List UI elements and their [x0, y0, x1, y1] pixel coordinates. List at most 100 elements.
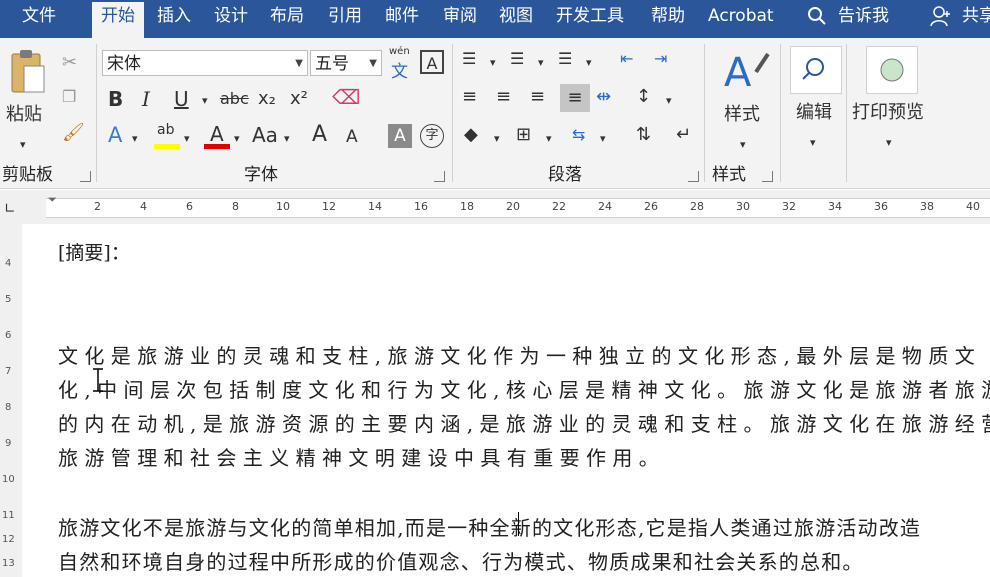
italic-button[interactable]: I — [142, 88, 150, 110]
increase-indent-icon[interactable]: ⇥ — [654, 48, 667, 70]
print-preview-button[interactable]: 打印预览 — [852, 102, 924, 124]
text-effects-button[interactable]: A — [108, 124, 122, 146]
tab-mailings[interactable]: 邮件 — [385, 0, 419, 32]
horizontal-ruler[interactable]: ⏷ 2 4 6 8 10 12 14 16 18 20 22 24 26 28 … — [46, 193, 990, 218]
paragraph-line[interactable]: 文化是旅游业的灵魂和支柱,旅游文化作为一种独立的文化形态,最外层是物质文 — [58, 340, 981, 369]
subscript-button[interactable]: x₂ — [258, 88, 276, 110]
chinese-layout-dropdown-icon[interactable]: ▾ — [600, 128, 606, 150]
align-right-icon[interactable]: ≡ — [530, 86, 545, 108]
font-name-combo[interactable]: 宋体 ▼ — [102, 50, 308, 76]
shading-icon[interactable]: ◆ — [464, 124, 478, 146]
tab-help[interactable]: 帮助 — [651, 0, 685, 32]
styles-gallery-icon[interactable]: A — [722, 46, 770, 96]
styles-dialog-launcher-icon[interactable] — [762, 171, 773, 182]
borders-dropdown-icon[interactable]: ▾ — [546, 128, 552, 150]
bullets-icon[interactable]: ☰ — [462, 48, 476, 70]
indent-marker-icon[interactable]: ⏷ — [48, 193, 57, 207]
paragraph-line[interactable]: 化,中间层次包括制度文化和行为文化,核心层是精神文化。旅游文化是旅游者旅游 — [58, 374, 990, 403]
tab-home[interactable]: 开始 — [92, 0, 144, 40]
underline-dropdown-icon[interactable]: ▾ — [202, 90, 208, 112]
copy-icon[interactable]: ❐ — [62, 86, 76, 108]
tab-acrobat[interactable]: Acrobat — [708, 0, 774, 32]
line-spacing-icon[interactable]: ↕ — [636, 86, 651, 108]
print-preview-dropdown-icon[interactable]: ▾ — [886, 132, 892, 154]
editing-button[interactable]: 编辑 — [796, 102, 832, 124]
search-icon[interactable] — [807, 0, 827, 32]
share-button[interactable]: 共享 — [962, 0, 990, 32]
vertical-ruler[interactable]: 4 5 6 7 8 9 10 11 12 13 — [0, 224, 23, 577]
group-divider — [452, 44, 453, 182]
ruler-mark: 24 — [598, 200, 612, 213]
font-color-button[interactable]: A — [202, 122, 232, 152]
cut-icon[interactable]: ✂ — [62, 52, 77, 74]
styles-dropdown-icon[interactable]: ▾ — [740, 134, 746, 156]
shading-dropdown-icon[interactable]: ▾ — [494, 128, 500, 150]
enclose-characters-button[interactable]: 字 — [420, 124, 444, 148]
chinese-layout-icon[interactable]: ⇆ — [572, 124, 585, 146]
sort-icon[interactable]: ⇅ — [636, 124, 651, 146]
tab-review[interactable]: 审阅 — [443, 0, 477, 32]
align-left-icon[interactable]: ≡ — [462, 86, 477, 108]
tab-insert[interactable]: 插入 — [157, 0, 191, 32]
decrease-indent-icon[interactable]: ⇤ — [620, 48, 633, 70]
tab-file[interactable]: 文件 — [22, 0, 56, 32]
numbering-icon[interactable]: ☰ — [510, 48, 524, 70]
shrink-font-button[interactable]: A — [346, 126, 358, 148]
character-shading-button[interactable]: A — [388, 124, 412, 148]
editing-dropdown-icon[interactable]: ▾ — [810, 132, 816, 154]
font-color-dropdown-icon[interactable]: ▾ — [234, 128, 240, 150]
tab-view[interactable]: 视图 — [499, 0, 533, 32]
editing-icon[interactable] — [790, 46, 842, 94]
tab-references[interactable]: 引用 — [328, 0, 362, 32]
align-center-icon[interactable]: ≡ — [496, 86, 511, 108]
multilevel-dropdown-icon[interactable]: ▾ — [586, 52, 592, 74]
tab-selector-icon[interactable]: ∟ — [4, 198, 16, 220]
paste-dropdown-icon[interactable]: ▾ — [20, 134, 26, 156]
distributed-icon[interactable]: ⇹ — [596, 86, 611, 108]
document-page[interactable]: [摘要]： 文化是旅游业的灵魂和支柱,旅游文化作为一种独立的文化形态,最外层是物… — [22, 224, 990, 577]
justify-icon[interactable]: ≡ — [560, 84, 590, 112]
tell-me-box[interactable]: 告诉我 — [838, 0, 889, 32]
borders-icon[interactable]: ⊞ — [516, 124, 531, 146]
underline-button[interactable]: U — [174, 88, 189, 110]
paste-icon[interactable] — [8, 48, 48, 98]
change-case-dropdown-icon[interactable]: ▾ — [284, 128, 290, 150]
show-marks-icon[interactable]: ↵ — [676, 124, 691, 146]
multilevel-list-icon[interactable]: ☰ — [558, 48, 572, 70]
line-spacing-dropdown-icon[interactable]: ▾ — [666, 90, 672, 112]
clear-formatting-icon[interactable]: ⌫ — [332, 86, 360, 108]
bullets-dropdown-icon[interactable]: ▾ — [490, 52, 496, 74]
character-border-icon[interactable]: A — [420, 50, 444, 74]
clipboard-dialog-launcher-icon[interactable] — [80, 171, 91, 182]
text-effects-dropdown-icon[interactable]: ▾ — [132, 128, 138, 150]
paragraph-line[interactable]: 旅游管理和社会主义精神文明建设中具有重要作用。 — [58, 442, 665, 471]
paragraph-dialog-launcher-icon[interactable] — [688, 171, 699, 182]
print-preview-icon[interactable] — [866, 46, 918, 94]
highlight-button[interactable]: ab — [152, 122, 182, 152]
format-painter-icon[interactable]: 🖌 — [62, 122, 85, 144]
change-case-button[interactable]: Aa — [252, 124, 278, 146]
font-dialog-launcher-icon[interactable] — [434, 171, 445, 182]
group-divider — [704, 44, 705, 182]
numbering-dropdown-icon[interactable]: ▾ — [538, 52, 544, 74]
paragraph-line[interactable]: 的内在动机,是旅游资源的主要内涵,是旅游业的灵魂和支柱。旅游文化在旅游经营 — [58, 408, 990, 437]
tab-developer[interactable]: 开发工具 — [556, 0, 624, 32]
user-icon[interactable] — [930, 0, 952, 32]
paragraph-line[interactable]: 旅游文化不是旅游与文化的简单相加,而是一种全新的文化形态,它是指人类通过旅游活动… — [58, 512, 921, 541]
highlight-dropdown-icon[interactable]: ▾ — [184, 128, 190, 150]
styles-button[interactable]: 样式 — [724, 104, 760, 126]
tab-layout[interactable]: 布局 — [270, 0, 304, 32]
font-size-combo[interactable]: 五号 ▼ — [310, 50, 382, 76]
paragraph-line[interactable]: 自然和环境自身的过程中所形成的价值观念、行为模式、物质成果和社会关系的总和。 — [58, 546, 864, 575]
ruler-mark: 2 — [94, 200, 101, 213]
paste-button[interactable]: 粘贴 — [6, 104, 42, 126]
bold-button[interactable]: B — [108, 88, 123, 110]
grow-font-button[interactable]: A — [312, 124, 327, 146]
ruler-mark: 28 — [690, 200, 704, 213]
abstract-heading[interactable]: [摘要]： — [58, 238, 130, 265]
strikethrough-button[interactable]: abc — [220, 88, 249, 110]
superscript-button[interactable]: x² — [290, 88, 308, 110]
phonetic-guide-button[interactable]: wén 文 — [388, 46, 414, 82]
chevron-down-icon: ▼ — [369, 58, 377, 69]
tab-design[interactable]: 设计 — [214, 0, 248, 32]
